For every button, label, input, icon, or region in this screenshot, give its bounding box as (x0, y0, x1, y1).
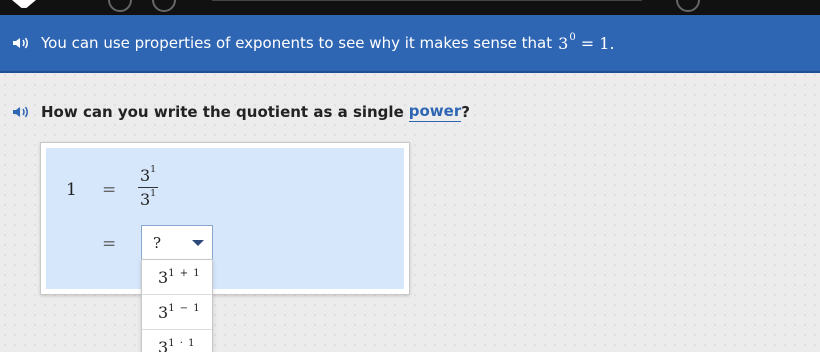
top-toolbar (0, 0, 820, 15)
speaker-icon[interactable] (12, 36, 32, 50)
toolbar-button[interactable] (152, 0, 176, 12)
question-prompt: How can you write the quotient as a sing… (12, 102, 470, 122)
equals-sign: = (102, 234, 117, 254)
answer-dropdown[interactable]: ? (141, 225, 213, 259)
dropdown-option[interactable]: 31 + 1 (142, 260, 212, 295)
dropdown-option[interactable]: 31 − 1 (142, 295, 212, 330)
question-mark: ? (461, 103, 470, 121)
logo-icon (12, 0, 36, 8)
toolbar-button[interactable] (108, 0, 132, 12)
dropdown-selected-value: ? (153, 234, 162, 252)
equals-sign: = (102, 180, 117, 200)
toolbar-button[interactable] (676, 0, 700, 12)
quotient-fraction: 31 31 (138, 165, 158, 209)
equation-lhs: 1 (66, 180, 77, 200)
dropdown-option[interactable]: 31 · 1 (142, 330, 212, 352)
question-text: How can you write the quotient as a sing… (41, 103, 404, 121)
chevron-down-icon[interactable] (192, 240, 204, 246)
speaker-icon[interactable] (12, 105, 32, 119)
dropdown-options: 31 + 1 31 − 1 31 · 1 (141, 259, 213, 352)
info-banner: You can use properties of exponents to s… (0, 15, 820, 73)
banner-text: You can use properties of exponents to s… (41, 34, 553, 52)
banner-math: 30 = 1. (558, 32, 615, 53)
progress-track (212, 0, 642, 1)
glossary-link-power[interactable]: power (408, 102, 462, 122)
denominator: 31 (140, 188, 156, 209)
numerator: 31 (138, 165, 158, 188)
equation-panel: 1 = 31 31 = (40, 142, 410, 295)
